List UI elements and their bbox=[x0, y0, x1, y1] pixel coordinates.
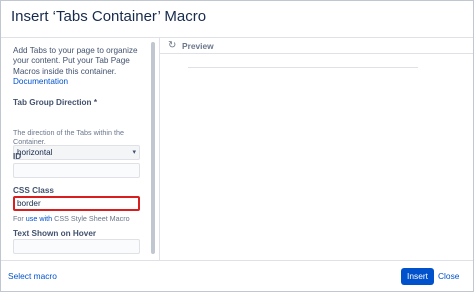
dialog-body: Add Tabs to your page to organize your c… bbox=[1, 37, 473, 261]
scrollbar-thumb[interactable] bbox=[151, 42, 155, 254]
intro-text: Add Tabs to your page to organize your c… bbox=[13, 46, 138, 76]
insert-button[interactable]: Insert bbox=[401, 268, 434, 285]
macro-dialog: Insert ‘Tabs Container’ Macro Add Tabs t… bbox=[0, 0, 474, 292]
refresh-icon[interactable]: ↻ bbox=[168, 41, 178, 51]
css-class-input[interactable] bbox=[13, 196, 140, 211]
tab-group-direction-help: The direction of the Tabs within the Con… bbox=[13, 128, 124, 146]
tab-group-direction-label: Tab Group Direction * bbox=[13, 98, 98, 107]
documentation-link[interactable]: Documentation bbox=[13, 77, 68, 86]
dialog-header: Insert ‘Tabs Container’ Macro bbox=[1, 1, 473, 37]
css-help-suffix: CSS Style Sheet Macro bbox=[54, 214, 130, 223]
preview-header: ↻ Preview bbox=[160, 38, 473, 54]
chevron-down-icon: ▾ bbox=[132, 149, 136, 156]
tab-group-direction-value: horizontal bbox=[17, 148, 53, 157]
select-macro-link[interactable]: Select macro bbox=[8, 271, 57, 281]
css-class-help: For use with CSS Style Sheet Macro bbox=[13, 214, 145, 223]
preview-panel: ↻ Preview bbox=[159, 38, 473, 260]
tab-group-direction-select[interactable]: horizontal ▾ bbox=[13, 145, 140, 160]
hover-text-label: Text Shown on Hover bbox=[13, 229, 97, 238]
close-button[interactable]: Close bbox=[438, 271, 459, 281]
macro-description: Add Tabs to your page to organize your c… bbox=[13, 46, 147, 88]
parameters-panel[interactable]: Add Tabs to your page to organize your c… bbox=[1, 38, 159, 260]
dialog-footer: Select macro Insert Close bbox=[1, 262, 473, 291]
id-input[interactable] bbox=[13, 163, 140, 178]
hover-text-input[interactable] bbox=[13, 239, 140, 254]
preview-divider bbox=[188, 67, 418, 68]
preview-label: Preview bbox=[182, 41, 214, 51]
use-with-link[interactable]: use with bbox=[26, 214, 52, 223]
css-class-label: CSS Class bbox=[13, 186, 54, 195]
id-label: ID bbox=[13, 152, 22, 161]
css-help-prefix: For bbox=[13, 214, 24, 223]
dialog-title: Insert ‘Tabs Container’ Macro bbox=[11, 8, 207, 25]
